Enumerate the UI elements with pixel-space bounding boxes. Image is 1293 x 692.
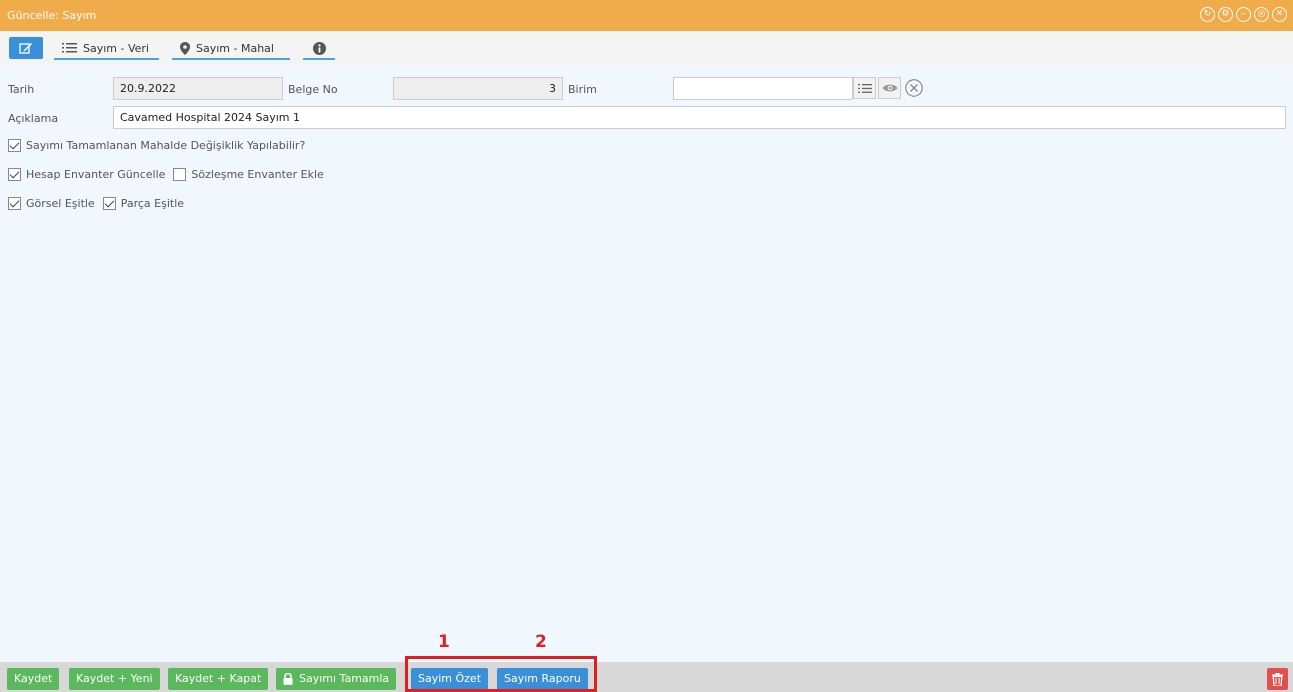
annotation-marker-1: 1 <box>438 632 450 652</box>
kaydet-yeni-button[interactable]: Kaydet + Yeni <box>69 668 160 690</box>
birim-actions <box>853 77 925 99</box>
checkbox-unchecked[interactable] <box>173 168 187 181</box>
aciklama-field[interactable]: Cavamed Hospital 2024 Sayım 1 <box>113 106 1286 129</box>
annotation-marker-2: 2 <box>535 632 547 652</box>
checkbox-row-1: Sayımı Tamamlanan Mahalde Değişiklik Yap… <box>8 139 313 152</box>
tab-sayim-veri-label: Sayım - Veri <box>83 41 149 55</box>
restore-icon[interactable]: ◎ <box>1254 7 1269 22</box>
delete-button[interactable] <box>1267 668 1288 690</box>
tarih-field[interactable]: 20.9.2022 <box>113 77 283 100</box>
annotation-highlight-box <box>405 656 597 692</box>
lock-icon <box>283 673 293 685</box>
checkbox-checked[interactable] <box>102 197 116 210</box>
eye-icon <box>882 84 897 92</box>
birim-list-button[interactable] <box>853 77 876 99</box>
info-icon <box>312 41 326 55</box>
checkbox-row-3: Görsel Eşitle Parça Eşitle <box>8 197 192 210</box>
mahal-degisiklik-label: Sayımı Tamamlanan Mahalde Değişiklik Yap… <box>26 139 306 152</box>
tab-sayim-veri[interactable]: Sayım - Veri <box>54 38 159 60</box>
checkbox-checked[interactable] <box>8 168 21 181</box>
clear-icon <box>905 79 923 97</box>
mahal-degisiklik-checkbox[interactable]: Sayımı Tamamlanan Mahalde Değişiklik Yap… <box>8 139 305 152</box>
birim-view-button[interactable] <box>878 77 901 99</box>
refresh-icon[interactable]: ↻ <box>1200 7 1215 22</box>
gear-icon[interactable]: ⚙ <box>1218 7 1233 22</box>
trash-icon <box>1272 672 1283 686</box>
close-icon[interactable]: ✕ <box>1272 7 1287 22</box>
tab-sayim-mahal[interactable]: Sayım - Mahal <box>172 38 290 60</box>
gorsel-esitle-checkbox[interactable]: Görsel Eşitle <box>8 197 95 210</box>
edit-icon <box>19 43 32 54</box>
window-controls: ↻ ⚙ – ◎ ✕ <box>1200 7 1287 22</box>
hesap-envanter-label: Hesap Envanter Güncelle <box>26 168 166 181</box>
parca-esitle-label: Parça Eşitle <box>120 197 185 210</box>
sozlesme-envanter-checkbox[interactable]: Sözleşme Envanter Ekle <box>173 168 324 181</box>
sozlesme-envanter-label: Sözleşme Envanter Ekle <box>191 168 324 181</box>
gorsel-esitle-label: Görsel Eşitle <box>26 197 95 210</box>
edit-tab-button[interactable] <box>9 37 43 59</box>
hesap-envanter-checkbox[interactable]: Hesap Envanter Güncelle <box>8 168 165 181</box>
map-pin-icon <box>180 41 190 55</box>
tab-sayim-mahal-label: Sayım - Mahal <box>196 41 274 55</box>
sayimi-tamamla-button[interactable]: Sayımı Tamamla <box>276 668 397 690</box>
birim-label: Birim <box>568 83 597 96</box>
list-icon <box>857 83 872 93</box>
belge-no-field[interactable]: 3 <box>393 77 563 100</box>
tab-toolbar: Sayım - Veri Sayım - Mahal <box>0 31 1293 65</box>
tarih-label: Tarih <box>8 83 35 96</box>
kaydet-kapat-button[interactable]: Kaydet + Kapat <box>168 668 269 690</box>
birim-clear-button[interactable] <box>903 77 925 99</box>
list-icon <box>62 43 77 53</box>
tab-info[interactable] <box>303 38 335 60</box>
parca-esitle-checkbox[interactable]: Parça Eşitle <box>102 197 185 210</box>
window-title: Güncelle: Sayım <box>7 9 97 22</box>
belge-no-label: Belge No <box>288 83 338 96</box>
aciklama-label: Açıklama <box>8 112 59 125</box>
checkbox-checked[interactable] <box>8 197 21 210</box>
kaydet-button[interactable]: Kaydet <box>7 668 60 690</box>
checkbox-checked[interactable] <box>8 139 21 152</box>
minimize-icon[interactable]: – <box>1236 7 1251 22</box>
window-titlebar: Güncelle: Sayım ↻ ⚙ – ◎ ✕ <box>0 0 1293 31</box>
checkbox-row-2: Hesap Envanter Güncelle Sözleşme Envante… <box>8 168 332 181</box>
birim-field[interactable] <box>673 77 853 100</box>
sayimi-tamamla-label: Sayımı Tamamla <box>299 672 390 685</box>
